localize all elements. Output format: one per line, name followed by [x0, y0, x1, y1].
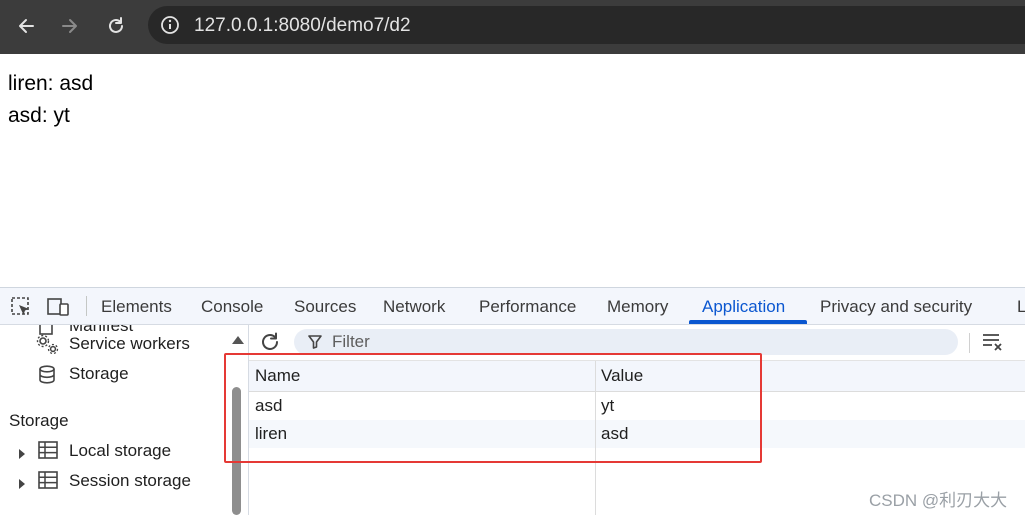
tab-application[interactable]: Application — [702, 288, 785, 324]
database-icon — [38, 365, 56, 390]
address-bar[interactable]: 127.0.0.1:8080/demo7/d2 — [148, 6, 1025, 44]
back-arrow-icon — [19, 19, 34, 33]
tab-privacy-and-security[interactable]: Privacy and security — [820, 288, 972, 324]
device-toolbar-button[interactable] — [46, 296, 70, 323]
browser-toolbar: 127.0.0.1:8080/demo7/d2 — [0, 0, 1025, 54]
devtools-tab-bar: Elements Console Sources Network Perform… — [0, 288, 1025, 325]
device-toggle-icon — [47, 298, 69, 316]
tab-elements[interactable]: Elements — [101, 288, 172, 324]
filter-placeholder: Filter — [332, 332, 370, 351]
clear-all-button[interactable] — [982, 332, 1004, 357]
sidebar-item-local-storage[interactable]: Local storage — [69, 441, 171, 461]
inspect-element-button[interactable] — [10, 296, 32, 323]
tab-overflow[interactable]: L — [1017, 288, 1025, 324]
content-line: liren: asd — [8, 72, 94, 95]
forward-arrow-icon — [62, 19, 77, 33]
site-info-button[interactable] — [160, 15, 180, 40]
clear-list-icon — [983, 334, 1002, 351]
refresh-icon — [262, 332, 278, 350]
sidebar-section-storage: Storage — [9, 411, 69, 430]
scroll-up-arrow-icon[interactable] — [232, 331, 244, 349]
active-tab-indicator — [689, 320, 807, 324]
tab-sources[interactable]: Sources — [294, 288, 356, 324]
sidebar-item-session-storage[interactable]: Session storage — [69, 471, 191, 491]
inspect-element-icon — [11, 297, 29, 315]
tab-performance[interactable]: Performance — [479, 288, 576, 324]
tab-network[interactable]: Network — [383, 288, 445, 324]
watermark: CSDN @利刃大大 — [869, 491, 1008, 510]
sidebar-item-storage[interactable]: Storage — [69, 364, 129, 384]
table-grid-icon — [38, 471, 58, 494]
page-content: liren: asd asd: yt — [8, 68, 93, 132]
sidebar-item-service-workers[interactable]: Service workers — [69, 334, 190, 354]
reload-icon — [109, 17, 123, 33]
tab-memory[interactable]: Memory — [607, 288, 668, 324]
reload-button[interactable] — [98, 8, 134, 44]
gears-icon — [36, 334, 60, 361]
back-button[interactable] — [8, 8, 44, 44]
filter-input[interactable]: Filter — [294, 329, 958, 355]
tab-console[interactable]: Console — [201, 288, 263, 324]
url-text[interactable]: 127.0.0.1:8080/demo7/d2 — [194, 15, 411, 37]
toolbar-divider — [86, 296, 87, 316]
expand-triangle-icon[interactable] — [18, 446, 26, 464]
application-sidebar: Manifest Service workers Storage Storage… — [0, 325, 249, 515]
forward-button[interactable] — [52, 8, 88, 44]
toolbar-divider — [969, 333, 970, 353]
table-grid-icon — [38, 441, 58, 464]
expand-triangle-icon[interactable] — [18, 476, 26, 494]
site-info-icon — [161, 16, 179, 34]
highlight-box — [224, 353, 762, 463]
content-line: asd: yt — [8, 104, 70, 127]
filter-funnel-icon — [308, 335, 322, 349]
